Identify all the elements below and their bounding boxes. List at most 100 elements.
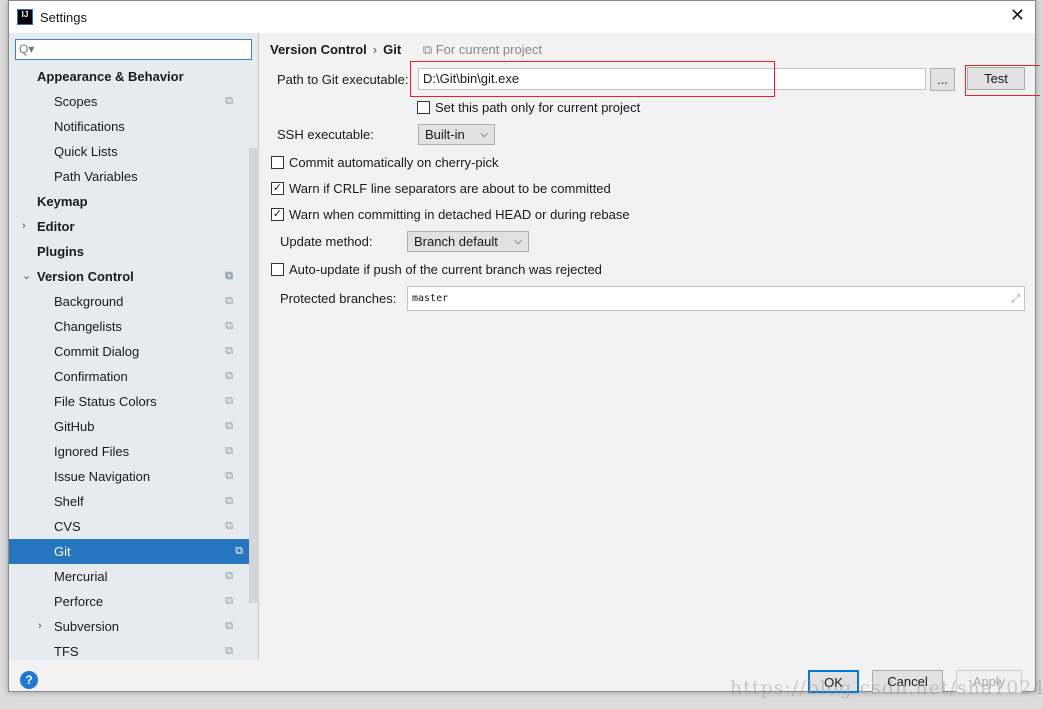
current-project-checkbox[interactable]: Set this path only for current project [417,100,640,115]
project-icon: ⧉ [225,620,233,632]
auto-update-checkbox[interactable]: Auto-update if push of the current branc… [271,262,602,277]
checkbox-icon: ✓ [271,182,284,195]
sidebar-item-label: GitHub [54,419,95,434]
sidebar-item-label: Shelf [54,494,84,509]
sidebar-item-label: Keymap [37,194,88,209]
sidebar-item-quick-lists[interactable]: Quick Lists [9,139,249,164]
sidebar-item-cvs[interactable]: CVS ⧉ [9,514,249,539]
search-input[interactable]: Q▾ [15,39,252,60]
project-icon: ⧉ [225,270,233,282]
sidebar-item-keymap[interactable]: Keymap [9,189,249,214]
chevron-right-icon[interactable]: › [38,614,42,639]
browse-button[interactable]: ... [930,68,955,91]
sidebar-item-label: Ignored Files [54,444,130,459]
sidebar-item-subversion[interactable]: › Subversion ⧉ [9,614,249,639]
sidebar-item-label: Subversion [54,619,120,634]
sidebar-item-label: CVS [54,519,81,534]
sidebar-item-label: Editor [37,219,75,234]
crlf-checkbox[interactable]: ✓ Warn if CRLF line separators are about … [271,181,611,196]
project-icon: ⧉ [225,345,233,357]
checkbox-label: Commit automatically on cherry-pick [289,155,499,170]
update-method-select[interactable]: Branch default ⌵ [407,231,529,252]
highlight-box [410,61,775,97]
checkbox-icon [417,101,430,114]
project-icon: ⧉ [225,595,233,607]
sidebar-item-github[interactable]: GitHub ⧉ [9,414,249,439]
sidebar-item-label: Background [54,294,124,309]
sidebar-item-shelf[interactable]: Shelf ⧉ [9,489,249,514]
chevron-down-icon: ⌵ [514,236,522,247]
update-method-label: Update method: [280,234,373,249]
sidebar-item-label: TFS [54,644,79,659]
protected-branches-label: Protected branches: [280,291,397,306]
chevron-down-icon[interactable]: ⌄ [22,264,31,289]
sidebar-item-label: Path Variables [54,169,138,184]
ssh-select[interactable]: Built-in ⌵ [418,124,495,145]
checkbox-label: Warn when committing in detached HEAD or… [289,207,630,222]
sidebar-item-label: Confirmation [54,369,128,384]
breadcrumb-parent[interactable]: Version Control [270,42,367,57]
settings-dialog: IJ Settings ✕ Q▾ Appearance & Behavior Sc… [8,0,1040,693]
sidebar-item-perforce[interactable]: Perforce ⧉ [9,589,249,614]
sidebar-item-appearance-behavior[interactable]: Appearance & Behavior [9,64,249,89]
sidebar-item-label: Git [54,544,71,559]
sidebar-item-editor[interactable]: › Editor [9,214,249,239]
checkbox-label: Warn if CRLF line separators are about t… [289,181,611,196]
sidebar-item-label: Scopes [54,94,98,109]
sidebar-item-changelists[interactable]: Changelists ⧉ [9,314,249,339]
sidebar-item-version-control[interactable]: ⌄ Version Control ⧉ [9,264,249,289]
sidebar-item-issue-navigation[interactable]: Issue Navigation ⧉ [9,464,249,489]
git-settings-panel: Version Control › Git ⧉ For current projec… [260,33,1040,660]
expand-icon[interactable]: ⤢ [1011,287,1020,310]
title-bar: IJ Settings ✕ [9,1,1035,33]
sidebar-scrollbar[interactable] [249,148,259,603]
sidebar-item-plugins[interactable]: Plugins [9,239,249,264]
ok-button[interactable]: OK [808,670,859,693]
project-icon: ⧉ [225,320,233,332]
project-icon: ⧉ [225,395,233,407]
project-icon: ⧉ [225,570,233,582]
apply-button[interactable]: Apply [956,670,1022,693]
sidebar-item-scopes[interactable]: Scopes ⧉ [9,89,249,114]
detached-head-checkbox[interactable]: ✓ Warn when committing in detached HEAD o… [271,207,630,222]
sidebar-item-background[interactable]: Background ⧉ [9,289,249,314]
cancel-button[interactable]: Cancel [872,670,943,693]
chevron-down-icon: ⌵ [480,129,488,140]
sidebar-item-ignored-files[interactable]: Ignored Files ⧉ [9,439,249,464]
checkbox-label: Set this path only for current project [435,100,641,115]
settings-sidebar: Q▾ Appearance & Behavior Scopes ⧉ Notificat… [9,33,259,660]
sidebar-item-label: Changelists [54,319,122,334]
scope-label: For current project [435,42,542,57]
close-icon[interactable]: ✕ [1010,5,1025,26]
sidebar-item-label: File Status Colors [54,394,157,409]
breadcrumb-current: Git [383,42,402,57]
protected-branches-input[interactable]: master ⤢ [407,286,1025,311]
sidebar-item-label: Appearance & Behavior [37,69,184,84]
breadcrumb: Version Control › Git ⧉ For current projec… [270,42,542,58]
path-label: Path to Git executable: [277,72,409,87]
intellij-logo-icon: IJ [17,9,33,25]
sidebar-item-label: Quick Lists [54,144,118,159]
sidebar-item-label: Notifications [54,119,125,134]
checkbox-icon: ✓ [271,208,284,221]
sidebar-item-label: Version Control [37,269,134,284]
help-icon[interactable]: ? [20,671,38,689]
checkbox-label: Auto-update if push of the current branc… [289,262,602,277]
sidebar-item-git[interactable]: Git ⧉ [9,539,259,564]
sidebar-item-mercurial[interactable]: Mercurial ⧉ [9,564,249,589]
sidebar-item-file-status-colors[interactable]: File Status Colors ⧉ [9,389,249,414]
chevron-right-icon: › [372,42,378,57]
project-icon: ⧉ [225,470,233,482]
highlight-box [965,65,1040,96]
ssh-label: SSH executable: [277,127,374,142]
sidebar-item-confirmation[interactable]: Confirmation ⧉ [9,364,249,389]
project-icon: ⧉ [225,445,233,457]
checkbox-icon [271,263,284,276]
sidebar-item-path-variables[interactable]: Path Variables [9,164,249,189]
sidebar-item-label: Mercurial [54,569,108,584]
sidebar-item-notifications[interactable]: Notifications [9,114,249,139]
sidebar-item-commit-dialog[interactable]: Commit Dialog ⧉ [9,339,249,364]
chevron-right-icon[interactable]: › [22,214,26,239]
sidebar-item-label: Commit Dialog [54,344,140,359]
cherry-pick-checkbox[interactable]: Commit automatically on cherry-pick [271,155,499,170]
